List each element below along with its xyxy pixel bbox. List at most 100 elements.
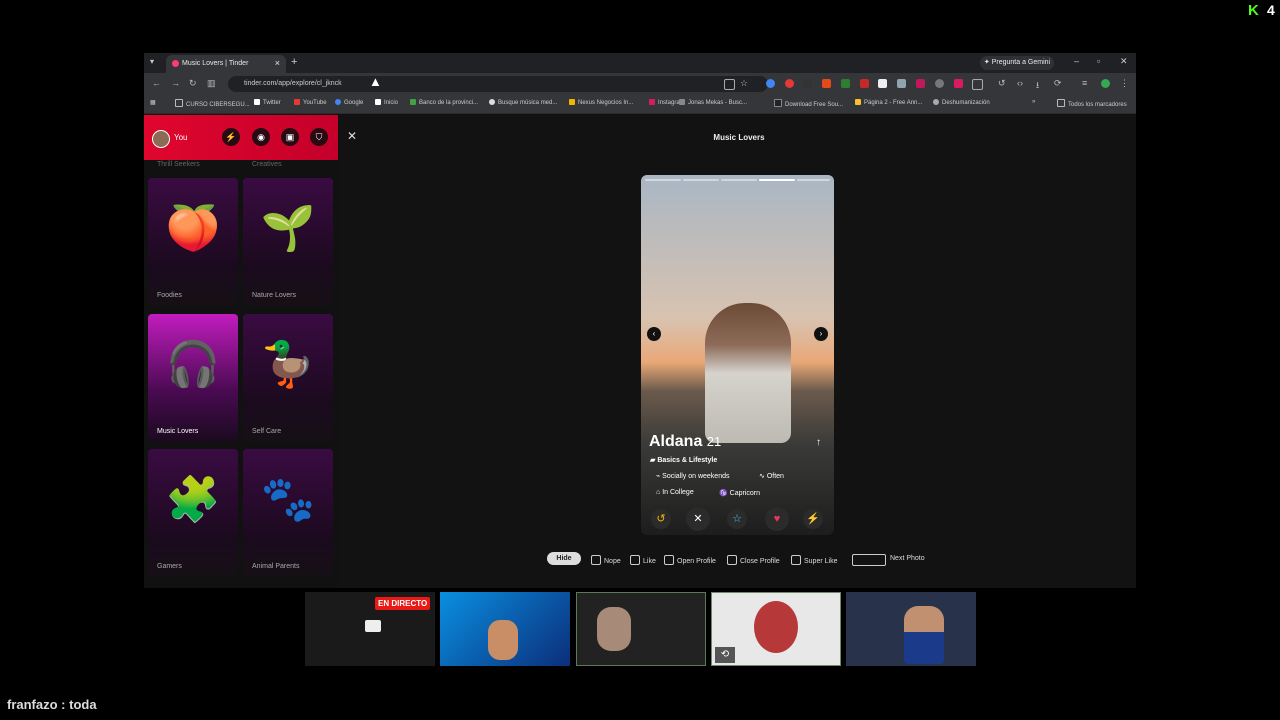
category-label: Music Lovers — [157, 428, 199, 435]
extension-icon[interactable] — [916, 79, 925, 88]
extensions-puzzle-icon[interactable] — [972, 79, 983, 90]
photo-progress-segment — [797, 179, 830, 181]
close-tab-icon[interactable]: × — [275, 58, 280, 68]
tab-search-icon[interactable]: ▾ — [150, 57, 154, 66]
reload-icon[interactable]: ↻ — [189, 78, 197, 89]
category-tile-foodies[interactable]: 🍑 Foodies — [148, 178, 238, 306]
bookmark-item[interactable]: Nexus Negocios In... — [569, 99, 633, 106]
extension-icon[interactable] — [860, 79, 869, 88]
stream-thumbnail — [846, 592, 976, 666]
category-tile-self-care[interactable]: 🦆 Self Care — [243, 314, 333, 442]
devtools-icon[interactable]: ‹› — [1017, 78, 1023, 88]
forward-icon[interactable]: → — [171, 78, 180, 88]
extension-icon[interactable] — [785, 79, 794, 88]
explore-sidebar: You ⚡ ◉ ▣ ⛉ Thrill Seekers Creatives 🍑 F… — [144, 115, 338, 588]
extension-icon[interactable] — [935, 79, 944, 88]
boost-button[interactable]: ⚡ — [803, 509, 823, 529]
bookmark-item[interactable]: YouTube — [294, 99, 327, 106]
profile-card[interactable]: ‹ › Aldana 21 ↑ ▰ Basics & Lifestyle ⌁ S… — [641, 175, 834, 535]
menu-icon[interactable]: ⋮ — [1120, 78, 1129, 89]
profile-first-name: Aldana — [649, 433, 703, 450]
super-like-button[interactable]: ☆ — [727, 509, 747, 529]
reading-list-icon[interactable]: ≡ — [1082, 78, 1087, 88]
monitor-icon — [365, 620, 381, 632]
open-profile-icon[interactable]: ↑ — [816, 437, 821, 448]
streamer-face — [597, 607, 631, 651]
rubber-duck-icon: 🦆 — [260, 340, 316, 389]
explore-icon[interactable]: ◉ — [252, 128, 270, 146]
browser-toolbar: ← → ↻ ▥ tinder.com/app/explore/cl_jknck … — [144, 73, 1136, 95]
address-bar[interactable]: tinder.com/app/explore/cl_jknck — [228, 76, 768, 92]
stream-thumbnail: ⟲ — [711, 592, 841, 666]
category-tile-animal-parents[interactable]: 🐾 Animal Parents — [243, 449, 333, 577]
category-label: Creatives — [252, 161, 282, 168]
extension-icon[interactable] — [766, 79, 775, 88]
profile-name: Aldana 21 — [649, 433, 721, 451]
bookmark-item[interactable]: Download Free Sou... — [774, 99, 843, 108]
lifestyle-chip: ∿ Often — [759, 473, 784, 480]
kick-logo: K — [1248, 2, 1259, 19]
shortcut-next-photo: Next Photo — [890, 555, 925, 562]
briefcase-icon[interactable]: ▣ — [281, 128, 299, 146]
shield-icon[interactable]: ⛉ — [310, 128, 328, 146]
bookmark-item[interactable]: Deshumanización — [933, 99, 990, 106]
downloads-icon[interactable]: ⭳ — [1036, 78, 1039, 94]
photo-progress-segment — [645, 179, 681, 181]
spacebar-key-icon — [852, 554, 886, 566]
category-tile-gamers[interactable]: 🧩 Gamers — [148, 449, 238, 577]
stream-thumbnail — [576, 592, 706, 666]
previous-photo-icon[interactable]: ‹ — [647, 327, 661, 341]
extension-icon[interactable] — [897, 79, 906, 88]
bookmark-item[interactable]: Busque música med... — [489, 99, 557, 106]
bookmark-item[interactable]: Jonas Mekas - Busc... — [679, 99, 747, 106]
tab-title: Music Lovers | Tinder — [182, 60, 249, 67]
next-photo-icon[interactable]: › — [814, 327, 828, 341]
bookmark-item[interactable]: Inicio — [375, 99, 398, 106]
hide-shortcuts-button[interactable]: Hide — [547, 552, 581, 565]
sticker-image — [754, 601, 798, 653]
minimize-icon[interactable]: – — [1074, 56, 1079, 66]
side-panel-icon[interactable]: ▥ — [207, 78, 216, 89]
history-icon[interactable]: ↺ — [998, 78, 1006, 89]
sidebar-header: You ⚡ ◉ ▣ ⛉ — [144, 115, 338, 160]
viewer-count: 4 — [1267, 2, 1275, 18]
profile-label[interactable]: You — [174, 133, 188, 142]
bookmarks-overflow[interactable]: » — [1032, 99, 1035, 105]
bookmark-item[interactable]: Google — [335, 99, 363, 106]
shortcut-close-profile: Close Profile — [727, 555, 780, 565]
extension-icon[interactable] — [822, 79, 831, 88]
sync-icon[interactable]: ⟳ — [1054, 78, 1062, 89]
bookmark-star-icon[interactable]: ☆ — [740, 78, 748, 89]
bookmark-item[interactable]: Página 2 - Free Ann... — [855, 99, 922, 106]
extension-icon[interactable] — [954, 79, 963, 88]
extension-icon[interactable] — [841, 79, 850, 88]
apps-icon[interactable]: ▦ — [150, 99, 156, 106]
close-explore-icon[interactable]: ✕ — [347, 129, 357, 143]
all-bookmarks[interactable]: Todos los marcadores — [1057, 99, 1127, 108]
bookmark-item[interactable]: Twitter — [254, 99, 281, 106]
boost-icon[interactable]: ⚡ — [222, 128, 240, 146]
lifestyle-chip: ⌂ In College — [656, 489, 694, 496]
tab-music-lovers[interactable]: Music Lovers | Tinder × — [166, 55, 286, 73]
new-tab-button[interactable]: + — [291, 56, 297, 68]
back-icon[interactable]: ← — [152, 78, 161, 88]
bookmark-item[interactable]: Banco de la provinci... — [410, 99, 478, 106]
extension-icon[interactable] — [803, 79, 812, 88]
rewind-button[interactable]: ↺ — [651, 509, 671, 529]
restore-icon[interactable]: ▫ — [1097, 56, 1100, 66]
avatar[interactable] — [152, 130, 170, 148]
category-tile-nature-lovers[interactable]: 🌱 Nature Lovers — [243, 178, 333, 306]
gemini-button[interactable]: ✦ Pregunta a Gemini — [980, 56, 1054, 70]
character-figure — [488, 620, 518, 660]
extension-icon[interactable] — [878, 79, 887, 88]
bookmark-item[interactable]: CURSO CIBERSEGU... — [175, 99, 250, 108]
shortcut-super-like: Super Like — [791, 555, 837, 565]
like-button[interactable]: ♥ — [765, 507, 789, 531]
lifestyle-chip: ⌁ Socially on weekends — [656, 473, 730, 480]
profile-avatar[interactable] — [1101, 79, 1110, 88]
nope-button[interactable]: ✕ — [686, 507, 710, 531]
close-window-icon[interactable]: ✕ — [1120, 56, 1128, 67]
install-icon[interactable] — [724, 79, 735, 90]
sprout-icon: 🌱 — [260, 204, 316, 253]
category-tile-music-lovers[interactable]: 🎧 Music Lovers — [148, 314, 238, 442]
